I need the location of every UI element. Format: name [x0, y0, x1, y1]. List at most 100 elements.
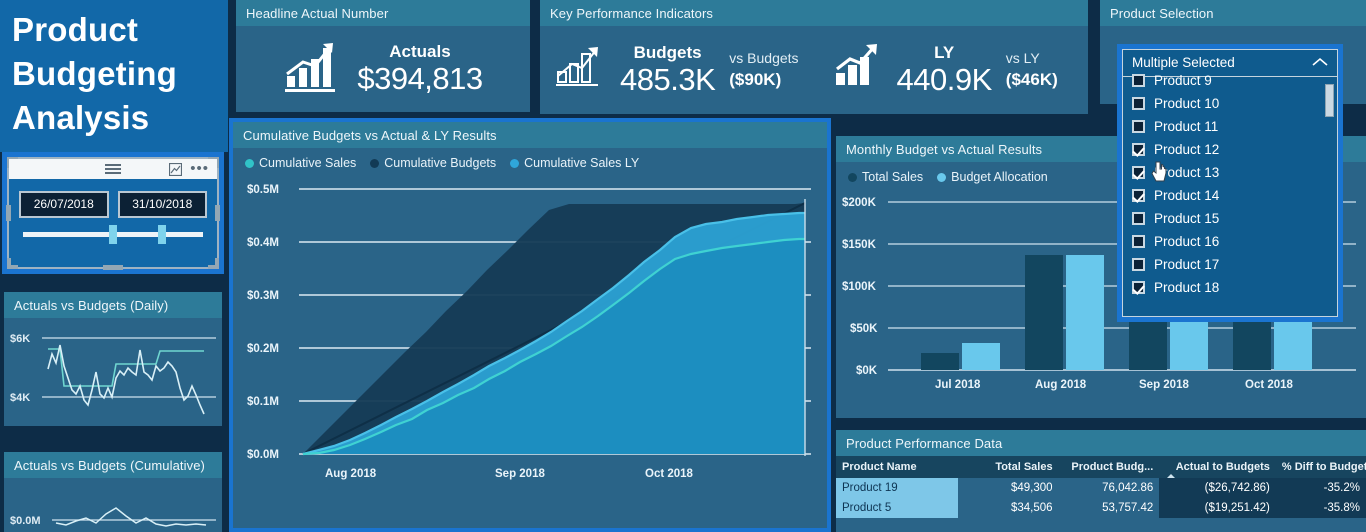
product-option-17[interactable]: Product 17 [1132, 253, 1337, 276]
svg-text:Jul 2018: Jul 2018 [935, 379, 981, 391]
product-option-10[interactable]: Product 10 [1132, 92, 1337, 115]
cell-product-name: Product 5 [836, 498, 958, 518]
product-option-label: Product 11 [1154, 119, 1219, 134]
checkbox-unchecked-icon[interactable] [1132, 97, 1145, 110]
checkbox-checked-icon[interactable] [1132, 166, 1145, 179]
column-header-product-budget[interactable]: Product Budg... [1058, 456, 1160, 478]
product-option-16[interactable]: Product 16 [1132, 230, 1337, 253]
daily-line-chart: $6K $4K [10, 333, 216, 415]
product-selection-slicer[interactable]: Multiple Selected Product 9 Product 10 P… [1117, 44, 1343, 322]
bar-budget-allocation-aug [1066, 255, 1104, 370]
page-title-line-3: Analysis [12, 99, 150, 136]
headline-value: $394,813 [357, 60, 483, 96]
cumulative-chart-legend: Cumulative Sales Cumulative Budgets Cumu… [233, 148, 827, 174]
panel-header: Actuals vs Budgets (Daily) [4, 292, 222, 318]
cell-total-sales: $49,300 [957, 478, 1059, 498]
focus-mode-icon[interactable] [169, 162, 183, 176]
checkbox-unchecked-icon[interactable] [1132, 120, 1145, 133]
kpi-vs-budgets-group: vs Budgets ($90K) [729, 51, 798, 88]
checkbox-unchecked-icon[interactable] [1132, 235, 1145, 248]
column-header-product-name[interactable]: Product Name [836, 456, 958, 478]
slicer-start-date[interactable]: 26/07/2018 [19, 191, 109, 218]
legend-label: Budget Allocation [951, 170, 1048, 184]
table-row[interactable]: Product 19 $49,300 76,042.86 ($26,742.86… [836, 478, 1366, 498]
kpi-budgets-group: Budgets 485.3K [620, 44, 716, 97]
checkbox-checked-icon[interactable] [1132, 143, 1145, 156]
legend-item-cumulative-budgets[interactable]: Cumulative Budgets [370, 156, 496, 170]
column-header-pct-diff-to-budget[interactable]: % Diff to Budget [1275, 456, 1366, 478]
legend-item-budget-allocation[interactable]: Budget Allocation [937, 170, 1048, 184]
svg-text:$6K: $6K [10, 333, 30, 345]
date-range-slicer[interactable]: ••• 26/07/2018 31/10/2018 [2, 152, 224, 274]
legend-item-cumulative-sales[interactable]: Cumulative Sales [245, 156, 356, 170]
headline-actual-number-card: Headline Actual Number Actuals $394,813 [236, 0, 530, 112]
legend-swatch [848, 172, 857, 182]
product-option-label: Product 17 [1154, 257, 1220, 272]
slicer-end-date[interactable]: 31/10/2018 [117, 191, 207, 218]
product-option-14[interactable]: Product 14 [1132, 184, 1337, 207]
product-option-label: Product 10 [1154, 96, 1220, 111]
checkbox-unchecked-icon[interactable] [1132, 212, 1145, 225]
daily-chart-body: $6K $4K [4, 318, 222, 418]
dropdown-scrollbar-thumb[interactable] [1325, 84, 1334, 117]
cumulative-chart-selection-frame[interactable]: Cumulative Budgets vs Actual & LY Result… [229, 118, 831, 532]
cell-product-name: Product 19 [836, 478, 958, 498]
panel-header: Product Performance Data [836, 430, 1366, 456]
product-performance-table: Product Name Total Sales Product Budg...… [836, 456, 1366, 518]
panel-header: Actuals vs Budgets (Cumulative) [4, 452, 222, 478]
column-header-total-sales[interactable]: Total Sales [957, 456, 1059, 478]
checkbox-checked-icon[interactable] [1132, 281, 1145, 294]
headline-card-body: Actuals $394,813 [236, 26, 530, 110]
cumulative-mini-chart-body: $0.0M [4, 478, 222, 532]
dashboard-title-panel: Product Budgeting Analysis [0, 0, 228, 152]
kpi-vs-budgets-value: ($90K) [729, 69, 782, 89]
svg-text:Oct 2018: Oct 2018 [1245, 379, 1294, 391]
product-option-label: Product 14 [1154, 188, 1220, 203]
cell-actual-to-budgets: ($19,251.42) [1159, 498, 1276, 518]
legend-swatch [370, 158, 380, 168]
column-header-actual-to-budgets[interactable]: Actual to Budgets [1159, 456, 1276, 478]
headline-value-group: Actuals $394,813 [357, 41, 483, 96]
headline-label: Actuals [389, 41, 451, 61]
slicer-date-boxes: 26/07/2018 31/10/2018 [9, 179, 217, 218]
checkbox-checked-icon[interactable] [1132, 189, 1145, 202]
product-option-9[interactable]: Product 9 [1132, 69, 1337, 92]
x-axis: Aug 2018 Sep 2018 Oct 2018 [325, 468, 694, 480]
svg-text:$0.1M: $0.1M [247, 396, 279, 408]
legend-label: Cumulative Sales LY [524, 156, 640, 170]
product-dropdown-value: Multiple Selected [1132, 55, 1235, 70]
chevron-up-icon[interactable] [1312, 55, 1328, 70]
panel-header: Cumulative Budgets vs Actual & LY Result… [233, 122, 827, 148]
x-axis: Jul 2018 Aug 2018 Sep 2018 Oct 2018 [935, 379, 1294, 391]
svg-text:Aug 2018: Aug 2018 [325, 468, 377, 480]
legend-item-total-sales[interactable]: Total Sales [848, 170, 923, 184]
checkbox-unchecked-icon[interactable] [1132, 74, 1145, 87]
budget-chart-icon [554, 42, 606, 97]
slicer-handle-end[interactable] [158, 225, 166, 244]
product-option-15[interactable]: Product 15 [1132, 207, 1337, 230]
cumulative-budgets-chart-panel: Cumulative Budgets vs Actual & LY Result… [233, 122, 827, 528]
kpi-ly-label: LY [934, 42, 955, 62]
cumulative-mini-line-chart: $0.0M [10, 507, 216, 527]
product-option-11[interactable]: Product 11 [1132, 115, 1337, 138]
slicer-handle-start[interactable] [109, 225, 118, 244]
checkbox-unchecked-icon[interactable] [1132, 258, 1145, 271]
svg-text:$0.3M: $0.3M [247, 290, 279, 302]
legend-item-cumulative-sales-ly[interactable]: Cumulative Sales LY [510, 156, 639, 170]
table-row[interactable]: Product 5 $34,506 53,757.42 ($19,251.42)… [836, 498, 1366, 518]
kpi-ly-group: LY 440.9K [897, 42, 993, 95]
product-dropdown-list[interactable]: Product 9 Product 10 Product 11 Product … [1123, 69, 1337, 301]
kpi-card-body: Budgets 485.3K vs Budgets ($90K) LY 440.… [540, 26, 1088, 112]
panel-header: Product Selection [1100, 0, 1366, 26]
more-options-icon[interactable]: ••• [190, 161, 209, 176]
kpi-budgets-value: 485.3K [620, 61, 716, 97]
bar-total-sales-aug [1025, 255, 1063, 370]
product-option-12[interactable]: Product 12 [1132, 138, 1337, 161]
product-option-13[interactable]: Product 13 [1132, 161, 1337, 184]
product-option-18[interactable]: Product 18 [1132, 276, 1337, 299]
cell-pct-diff-to-budget: -35.8% [1275, 498, 1366, 518]
slicer-track[interactable] [23, 225, 203, 244]
filter-icon[interactable] [105, 164, 121, 174]
bar-budget-allocation-jul [962, 343, 1000, 370]
product-dropdown: Multiple Selected Product 9 Product 10 P… [1122, 49, 1338, 317]
